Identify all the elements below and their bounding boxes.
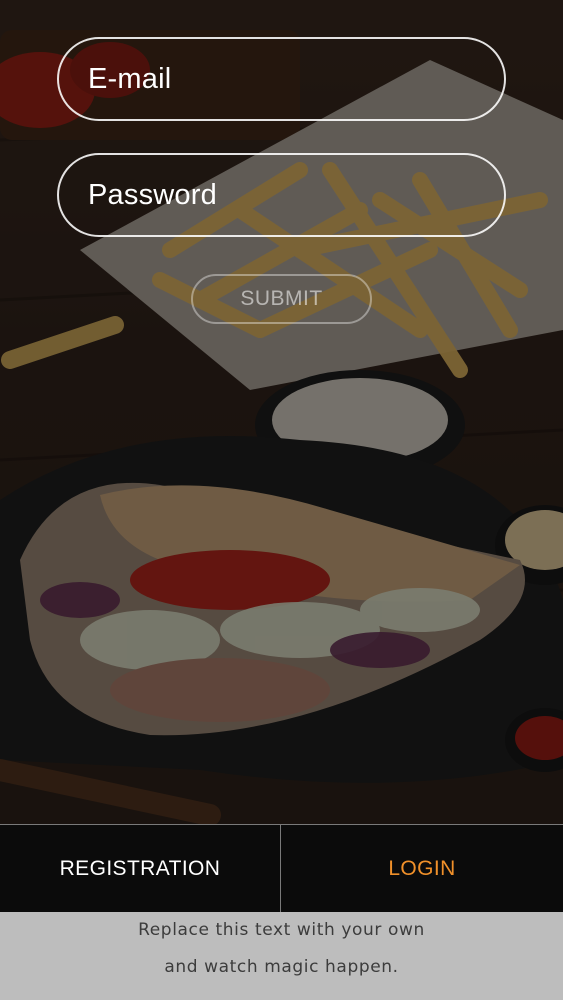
tab-registration[interactable]: REGISTRATION xyxy=(0,825,281,912)
email-placeholder: E-mail xyxy=(88,62,172,95)
footer-text-line-1: Replace this text with your own xyxy=(138,920,425,940)
footer: Replace this text with your own and watc… xyxy=(0,912,563,1000)
password-placeholder: Password xyxy=(88,178,217,211)
footer-text-line-2: and watch magic happen. xyxy=(164,957,399,977)
password-field[interactable]: Password xyxy=(57,153,506,237)
submit-button[interactable]: SUBMIT xyxy=(191,274,372,324)
background-overlay xyxy=(0,0,563,826)
tab-login[interactable]: LOGIN xyxy=(281,825,563,912)
email-field[interactable]: E-mail xyxy=(57,37,506,121)
bottom-tab-bar: REGISTRATION LOGIN xyxy=(0,824,563,912)
